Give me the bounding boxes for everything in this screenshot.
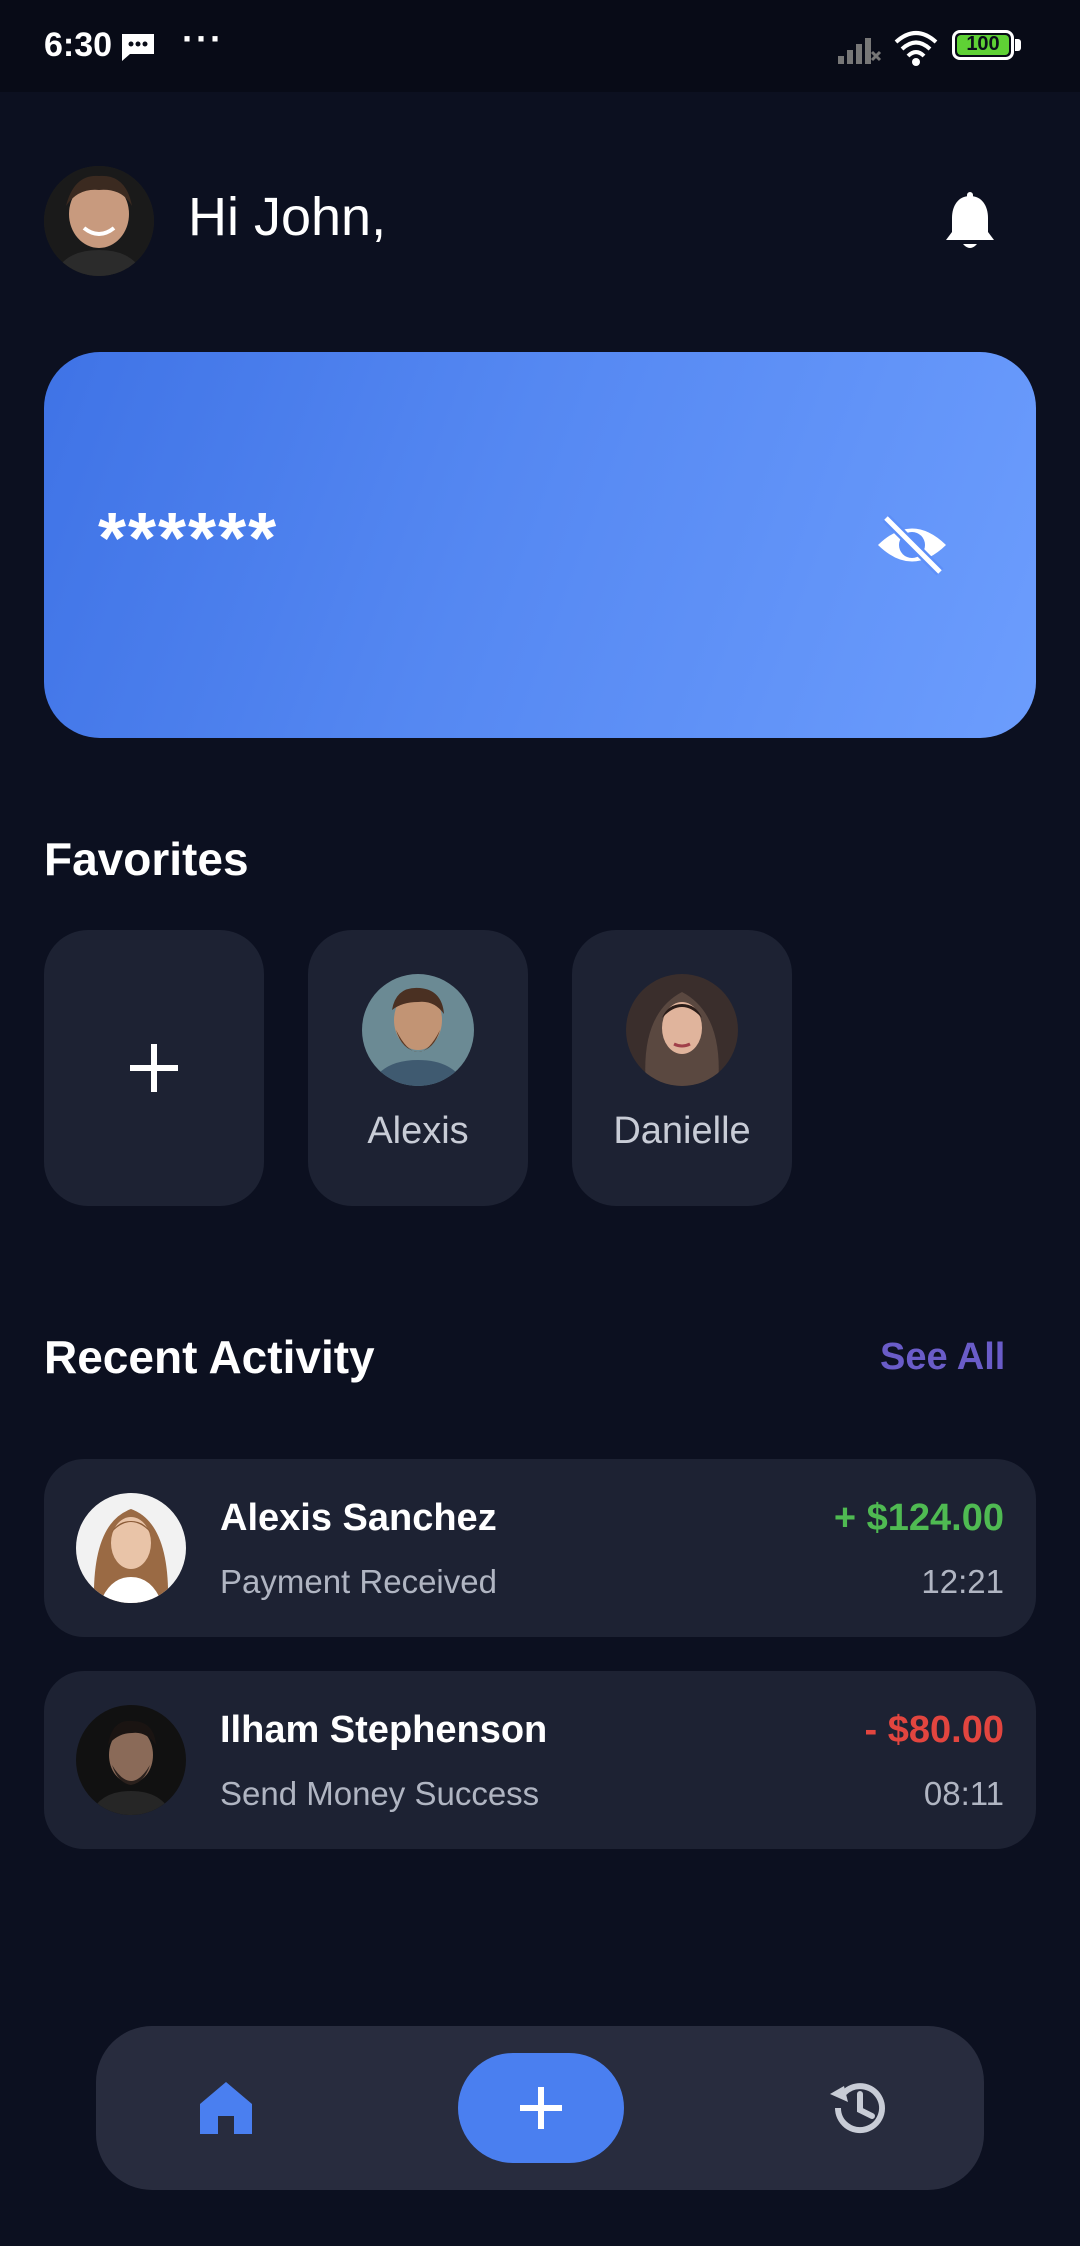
message-icon: [122, 34, 154, 61]
greeting-text: Hi John,: [188, 187, 387, 247]
see-all-link[interactable]: See All: [880, 1336, 1005, 1379]
transaction-time: 08:11: [923, 1775, 1004, 1812]
transaction-status: Send Money Success: [220, 1775, 540, 1812]
bell-icon[interactable]: [940, 190, 1000, 254]
add-button[interactable]: [458, 2053, 624, 2163]
favorite-name: Danielle: [613, 1110, 751, 1152]
transaction-amount: + $124.00: [833, 1497, 1004, 1539]
history-icon[interactable]: [826, 2076, 890, 2140]
signal-icon: [838, 38, 882, 64]
status-bar: 6:30 ··· 100: [0, 0, 1080, 92]
masked-balance: ******: [98, 499, 279, 579]
recent-activity-title: Recent Activity: [44, 1331, 375, 1383]
transaction-name: Ilham Stephenson: [220, 1709, 548, 1751]
status-time: 6:30: [44, 26, 113, 64]
transaction-name: Alexis Sanchez: [220, 1497, 497, 1539]
status-more-dots: ···: [182, 18, 224, 59]
avatar: [76, 1493, 186, 1603]
home-icon[interactable]: [196, 2078, 256, 2138]
favorite-item[interactable]: Danielle: [572, 930, 792, 1206]
transaction-amount: - $80.00: [864, 1709, 1004, 1751]
battery-level: 100: [966, 33, 1000, 55]
transaction-time: 12:21: [921, 1563, 1004, 1600]
screen: 6:30 ··· 100 Hi John, ****** Favorites A…: [0, 0, 1080, 2246]
transaction-row[interactable]: Alexis Sanchez Payment Received + $124.0…: [44, 1459, 1036, 1637]
eye-off-icon[interactable]: [872, 510, 952, 580]
profile-avatar[interactable]: [44, 166, 154, 276]
avatar: [76, 1705, 186, 1815]
battery-icon: 100: [952, 30, 1024, 64]
favorites-title: Favorites: [44, 833, 249, 885]
favorite-name: Alexis: [367, 1110, 469, 1152]
favorite-item[interactable]: Alexis: [308, 930, 528, 1206]
avatar: [626, 974, 738, 1086]
transaction-status: Payment Received: [220, 1563, 497, 1600]
plus-icon: [130, 1044, 178, 1092]
wifi-icon: [894, 31, 938, 66]
plus-icon: [520, 2087, 562, 2129]
add-favorite-button[interactable]: [44, 930, 264, 1206]
bottom-nav: [96, 2026, 984, 2190]
avatar: [362, 974, 474, 1086]
transaction-row[interactable]: Ilham Stephenson Send Money Success - $8…: [44, 1671, 1036, 1849]
